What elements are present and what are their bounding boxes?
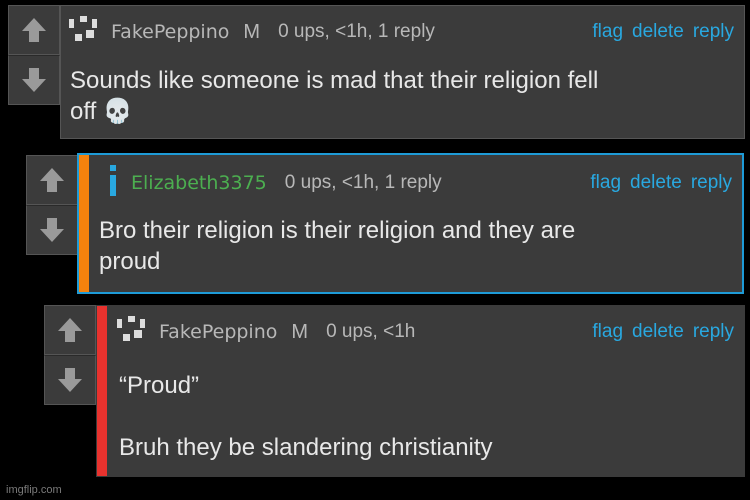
username[interactable]: Elizabeth3375 <box>131 172 267 194</box>
watermark: imgflip.com <box>6 484 62 496</box>
vote-column <box>44 305 96 407</box>
flag-link[interactable]: flag <box>592 21 623 43</box>
pixel-face-icon <box>67 15 101 49</box>
arrow-up-icon <box>22 18 46 42</box>
reply-link[interactable]: reply <box>693 321 734 343</box>
flag-link[interactable]: flag <box>592 321 623 343</box>
comment-2: Elizabeth3375 0 ups, <1h, 1 reply flag d… <box>77 153 744 294</box>
comment-meta: 0 ups, <1h, 1 reply <box>284 172 442 193</box>
downvote-button[interactable] <box>8 55 60 105</box>
body-line: Bruh they be slandering christianity <box>119 434 493 461</box>
vote-column <box>26 155 78 257</box>
info-i-icon <box>107 164 121 202</box>
username[interactable]: FakePeppino <box>111 21 229 43</box>
mod-badge: M <box>243 20 261 43</box>
arrow-up-icon <box>58 318 82 342</box>
delete-link[interactable]: delete <box>632 321 684 343</box>
upvote-button[interactable] <box>44 305 96 355</box>
pixel-face-icon <box>115 315 149 349</box>
body-line: proud <box>99 248 161 275</box>
comment-body: Sounds like someone is mad that their re… <box>70 65 598 127</box>
reply-link[interactable]: reply <box>693 21 734 43</box>
reply-link[interactable]: reply <box>691 172 732 194</box>
upvote-button[interactable] <box>26 155 78 205</box>
comment-meta: 0 ups, <1h <box>326 321 416 342</box>
body-line: “Proud” <box>119 372 200 399</box>
username[interactable]: FakePeppino <box>159 321 277 343</box>
arrow-down-icon <box>40 218 64 242</box>
vote-column <box>8 5 60 107</box>
comment-actions: flag delete reply <box>592 321 734 343</box>
comment-meta: 0 ups, <1h, 1 reply <box>278 21 435 42</box>
flag-link[interactable]: flag <box>590 172 621 194</box>
body-line: Sounds like someone is mad that their re… <box>70 67 599 94</box>
downvote-button[interactable] <box>26 205 78 255</box>
body-line: Bro their religion is their religion and… <box>99 217 576 244</box>
mod-badge: M <box>291 320 309 343</box>
downvote-button[interactable] <box>44 355 96 405</box>
comment-1: FakePeppino M 0 ups, <1h, 1 reply flag d… <box>60 5 745 139</box>
body-line: off 💀 <box>70 98 133 125</box>
delete-link[interactable]: delete <box>632 21 684 43</box>
comment-body: Bro their religion is their religion and… <box>99 215 575 277</box>
arrow-down-icon <box>58 368 82 392</box>
delete-link[interactable]: delete <box>630 172 682 194</box>
body-blank-line <box>119 401 493 432</box>
upvote-button[interactable] <box>8 5 60 55</box>
comment-3: FakePeppino M 0 ups, <1h flag delete rep… <box>96 305 745 477</box>
comment-actions: flag delete reply <box>590 172 732 194</box>
arrow-down-icon <box>22 68 46 92</box>
comment-body: “Proud” Bruh they be slandering christia… <box>119 370 493 463</box>
comment-actions: flag delete reply <box>592 21 734 43</box>
arrow-up-icon <box>40 168 64 192</box>
